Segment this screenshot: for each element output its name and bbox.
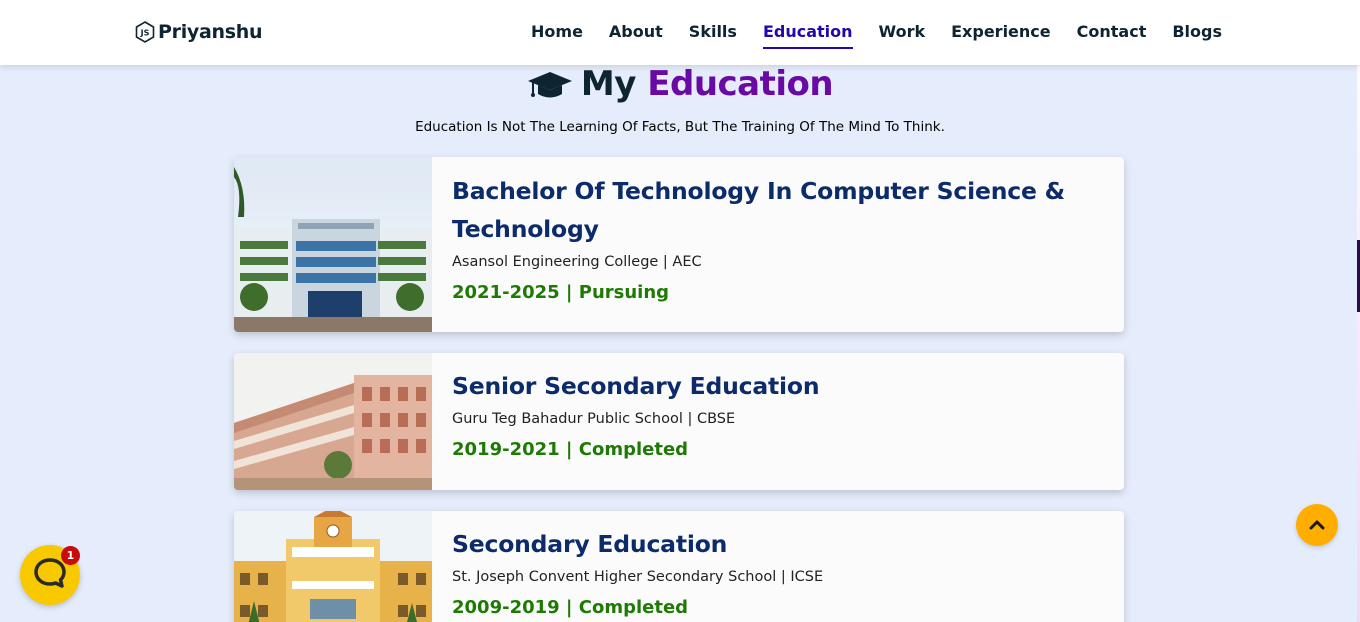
nav-contact[interactable]: Contact — [1077, 22, 1147, 56]
chevron-up-icon — [1309, 516, 1325, 535]
section-quote: Education Is Not The Learning Of Facts, … — [415, 119, 945, 135]
title-accent: Education — [647, 64, 834, 104]
graduation-cap-icon — [527, 66, 573, 102]
year-status: 2019-2021 | Completed — [452, 439, 689, 460]
nav-skills[interactable]: Skills — [689, 22, 737, 56]
nav-blogs[interactable]: Blogs — [1172, 22, 1222, 56]
degree-title: Bachelor Of Technology In Computer Scien… — [452, 177, 1065, 243]
education-card: Bachelor Of Technology In Computer Scien… — [234, 157, 1124, 332]
education-card: Senior Secondary Education Guru Teg Baha… — [234, 353, 1124, 490]
degree-title: Secondary Education — [452, 530, 728, 558]
nav-education[interactable]: Education — [762, 22, 853, 56]
chat-notification-badge: 1 — [61, 546, 80, 565]
school-image — [234, 353, 432, 490]
nav-experience[interactable]: Experience — [951, 22, 1051, 56]
school-image — [234, 511, 432, 622]
section-heading: My Education — [0, 64, 1360, 104]
year-status: 2021-2025 | Pursuing — [452, 282, 670, 303]
nav-home[interactable]: Home — [531, 22, 583, 56]
degree-title: Senior Secondary Education — [452, 372, 820, 400]
brand-logo[interactable]: JS Priyanshu — [135, 20, 263, 44]
svg-text:JS: JS — [140, 29, 150, 38]
school-name: St. Joseph Convent Higher Secondary Scho… — [452, 569, 824, 585]
main-nav: Home About Skills Education Work Experie… — [505, 22, 1222, 56]
college-image — [234, 157, 432, 332]
nav-about[interactable]: About — [609, 22, 663, 56]
page-title: My Education — [580, 64, 834, 104]
school-name: Guru Teg Bahadur Public School | CBSE — [452, 411, 736, 427]
school-name: Asansol Engineering College | AEC — [452, 254, 702, 270]
nav-work[interactable]: Work — [879, 22, 926, 56]
nodejs-icon: JS — [135, 21, 155, 43]
education-card: Secondary Education St. Joseph Convent H… — [234, 511, 1124, 622]
scroll-top-button[interactable] — [1296, 504, 1338, 546]
chat-bubble-icon — [33, 557, 67, 593]
navbar: JS Priyanshu Home About Skills Education… — [0, 0, 1360, 65]
title-prefix: My — [580, 64, 637, 104]
brand-name: Priyanshu — [158, 21, 263, 43]
year-status: 2009-2019 | Completed — [452, 597, 689, 618]
